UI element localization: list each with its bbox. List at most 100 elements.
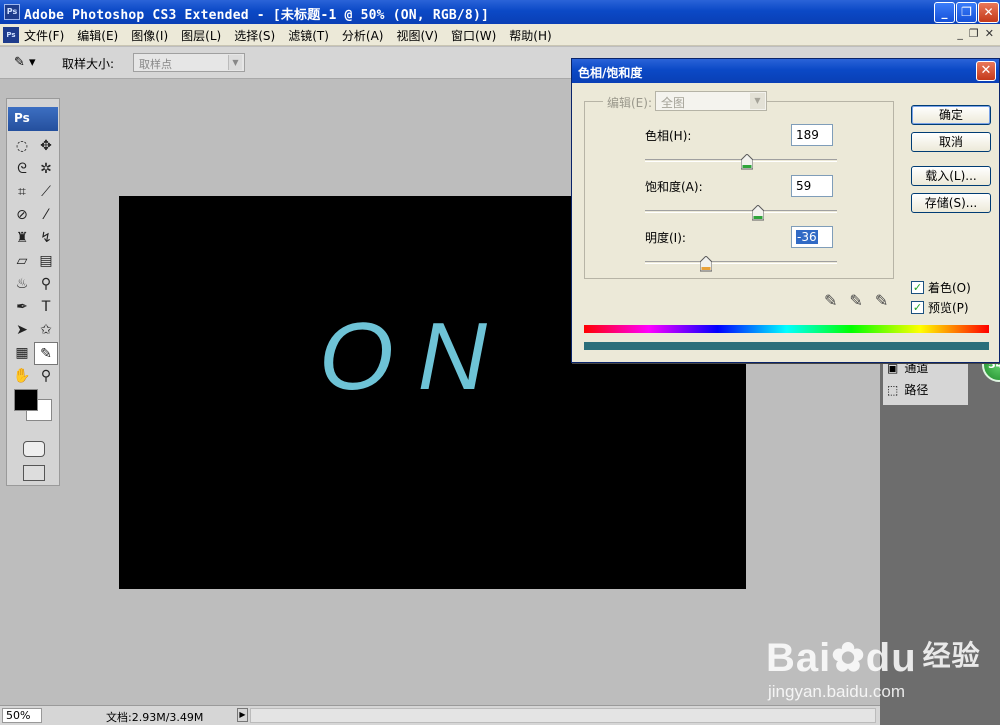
menu-edit[interactable]: 编辑(E) bbox=[77, 27, 118, 44]
pen-tool-icon[interactable]: ✒ bbox=[10, 296, 34, 319]
menu-filter[interactable]: 滤镜(T) bbox=[288, 27, 329, 44]
baidu-watermark: Bai✿du 经验 jingyan.baidu.com bbox=[766, 618, 996, 708]
history-brush-tool-icon[interactable]: ↯ bbox=[34, 227, 58, 250]
menu-file[interactable]: 文件(F) bbox=[24, 27, 64, 44]
channels-paths-panel: ▣ 通道 ⬚ 路径 bbox=[883, 359, 968, 405]
hue-label: 色相(H): bbox=[645, 129, 692, 143]
chevron-down-icon: ▼ bbox=[228, 55, 242, 70]
edit-select[interactable]: 全图 ▼ bbox=[655, 91, 767, 111]
sample-size-select[interactable]: 取样点 ▼ bbox=[133, 53, 245, 72]
eyedropper-icon[interactable]: ✎ bbox=[824, 291, 837, 310]
dodge-tool-icon[interactable]: ⚲ bbox=[34, 273, 58, 296]
input-color-spectrum bbox=[584, 325, 989, 333]
title-bar: Ps Adobe Photoshop CS3 Extended - [未标题-1… bbox=[0, 0, 1000, 24]
zoom-field[interactable]: 50% bbox=[2, 708, 42, 723]
lightness-slider-track[interactable] bbox=[645, 261, 837, 264]
magic-wand-tool-icon[interactable]: ✲ bbox=[34, 158, 58, 181]
saturation-slider-thumb[interactable] bbox=[752, 205, 765, 221]
watermark-brand-cn: 经验 bbox=[922, 640, 981, 671]
saturation-label: 饱和度(A): bbox=[645, 180, 703, 194]
sample-size-value: 取样点 bbox=[139, 58, 172, 71]
screen-mode-button[interactable] bbox=[23, 465, 45, 481]
sample-size-label: 取样大小: bbox=[62, 57, 115, 71]
crop-tool-icon[interactable]: ⌗ bbox=[10, 181, 34, 204]
tool-grid: ◌ ✥ ᘓ ✲ ⌗ ⟋ ⊘ ⁄ ♜ ↯ ▱ ▤ ♨ ⚲ ✒ T ➤ ✩ ▦ ✎ … bbox=[10, 135, 58, 388]
edit-select-value: 全图 bbox=[661, 96, 686, 110]
path-select-tool-icon[interactable]: ➤ bbox=[10, 319, 34, 342]
quick-mask-button[interactable] bbox=[23, 441, 45, 457]
watermark-brand-1: Bai bbox=[766, 636, 832, 680]
lightness-label: 明度(I): bbox=[645, 231, 686, 245]
close-button[interactable]: ✕ bbox=[978, 2, 999, 23]
eyedropper-minus-icon[interactable]: ✎ bbox=[875, 291, 888, 310]
maximize-button[interactable]: ❐ bbox=[956, 2, 977, 23]
eyedropper-tool-icon[interactable]: ✎ bbox=[34, 342, 58, 365]
menu-select[interactable]: 选择(S) bbox=[234, 27, 275, 44]
move-tool-icon[interactable]: ✥ bbox=[34, 135, 58, 158]
eyedropper-icon[interactable]: ✎ ▾ bbox=[14, 55, 36, 70]
menu-analysis[interactable]: 分析(A) bbox=[342, 27, 384, 44]
menu-help[interactable]: 帮助(H) bbox=[509, 27, 551, 44]
menu-list: 文件(F) 编辑(E) 图像(I) 图层(L) 选择(S) 滤镜(T) 分析(A… bbox=[24, 27, 552, 44]
dialog-title: 色相/饱和度 bbox=[572, 59, 999, 83]
toolbox: Ps ◌ ✥ ᘓ ✲ ⌗ ⟋ ⊘ ⁄ ♜ ↯ ▱ ▤ ♨ ⚲ ✒ T ➤ ✩ ▦… bbox=[6, 98, 60, 486]
eraser-tool-icon[interactable]: ▱ bbox=[10, 250, 34, 273]
load-button[interactable]: 载入(L)... bbox=[911, 166, 991, 186]
type-tool-icon[interactable]: T bbox=[34, 296, 58, 319]
marquee-tool-icon[interactable]: ◌ bbox=[10, 135, 34, 158]
status-arrow-icon[interactable]: ▶ bbox=[237, 708, 248, 722]
watermark-brand-2: du bbox=[865, 636, 917, 680]
preview-label: 预览(P) bbox=[928, 301, 969, 315]
menu-window[interactable]: 窗口(W) bbox=[451, 27, 496, 44]
blur-tool-icon[interactable]: ♨ bbox=[10, 273, 34, 296]
document-size-info: 文档:2.93M/3.49M bbox=[106, 711, 204, 724]
document-icon[interactable]: Ps bbox=[3, 27, 19, 43]
cancel-button[interactable]: 取消 bbox=[911, 132, 991, 152]
slice-tool-icon[interactable]: ⟋ bbox=[34, 181, 58, 204]
ok-button[interactable]: 确定 bbox=[911, 105, 991, 125]
lightness-slider-thumb[interactable] bbox=[700, 256, 713, 272]
lasso-tool-icon[interactable]: ᘓ bbox=[10, 158, 34, 181]
watermark-logo: Bai✿du 经验 bbox=[766, 634, 981, 681]
stamp-tool-icon[interactable]: ♜ bbox=[10, 227, 34, 250]
menu-image[interactable]: 图像(I) bbox=[131, 27, 168, 44]
window-title: Adobe Photoshop CS3 Extended - [未标题-1 @ … bbox=[24, 8, 490, 23]
saturation-slider-track[interactable] bbox=[645, 210, 837, 213]
document-window-controls: _ ❐ ✕ bbox=[957, 27, 994, 40]
minimize-button[interactable]: _ bbox=[934, 2, 955, 23]
gradient-tool-icon[interactable]: ▤ bbox=[34, 250, 58, 273]
hue-slider-thumb[interactable] bbox=[740, 154, 753, 170]
saturation-input[interactable]: 59 bbox=[791, 175, 833, 197]
hue-saturation-dialog: 色相/饱和度 ✕ 编辑(E): 全图 ▼ 色相(H): 189 饱和度(A): … bbox=[571, 58, 1000, 363]
brush-tool-icon[interactable]: ⁄ bbox=[34, 204, 58, 227]
edit-label: 编辑(E): bbox=[603, 94, 656, 111]
eyedropper-group: ✎ ✎ ✎ bbox=[824, 291, 888, 310]
lightness-input[interactable]: -36 bbox=[791, 226, 833, 248]
preview-checkbox[interactable]: ✓ 预览(P) bbox=[911, 299, 969, 316]
hand-tool-icon[interactable]: ✋ bbox=[10, 365, 34, 388]
eyedropper-plus-icon[interactable]: ✎ bbox=[849, 291, 862, 310]
checkmark-icon: ✓ bbox=[911, 301, 924, 314]
menu-layer[interactable]: 图层(L) bbox=[181, 27, 221, 44]
doc-close-button[interactable]: ✕ bbox=[985, 27, 994, 40]
panel-item-paths[interactable]: ⬚ 路径 bbox=[887, 381, 928, 398]
notes-tool-icon[interactable]: ▦ bbox=[10, 342, 34, 365]
horizontal-scrollbar[interactable] bbox=[250, 708, 876, 723]
toolbox-header[interactable]: Ps bbox=[8, 107, 58, 131]
status-bar: 50% 文档:2.93M/3.49M ▶ bbox=[0, 705, 880, 725]
hue-input[interactable]: 189 bbox=[791, 124, 833, 146]
canvas-text-on: ON bbox=[319, 303, 511, 410]
doc-restore-button[interactable]: ❐ bbox=[969, 27, 979, 40]
chevron-down-icon: ▼ bbox=[750, 93, 765, 109]
foreground-color-swatch[interactable] bbox=[14, 389, 38, 411]
dialog-close-icon[interactable]: ✕ bbox=[976, 61, 996, 81]
doc-minimize-button[interactable]: _ bbox=[957, 27, 963, 40]
shape-tool-icon[interactable]: ✩ bbox=[34, 319, 58, 342]
healing-tool-icon[interactable]: ⊘ bbox=[10, 204, 34, 227]
zoom-tool-icon[interactable]: ⚲ bbox=[34, 365, 58, 388]
menu-view[interactable]: 视图(V) bbox=[396, 27, 438, 44]
save-button[interactable]: 存储(S)... bbox=[911, 193, 991, 213]
paths-label: 路径 bbox=[904, 383, 929, 397]
watermark-url: jingyan.baidu.com bbox=[768, 682, 906, 701]
colorize-checkbox[interactable]: ✓ 着色(O) bbox=[911, 279, 971, 296]
